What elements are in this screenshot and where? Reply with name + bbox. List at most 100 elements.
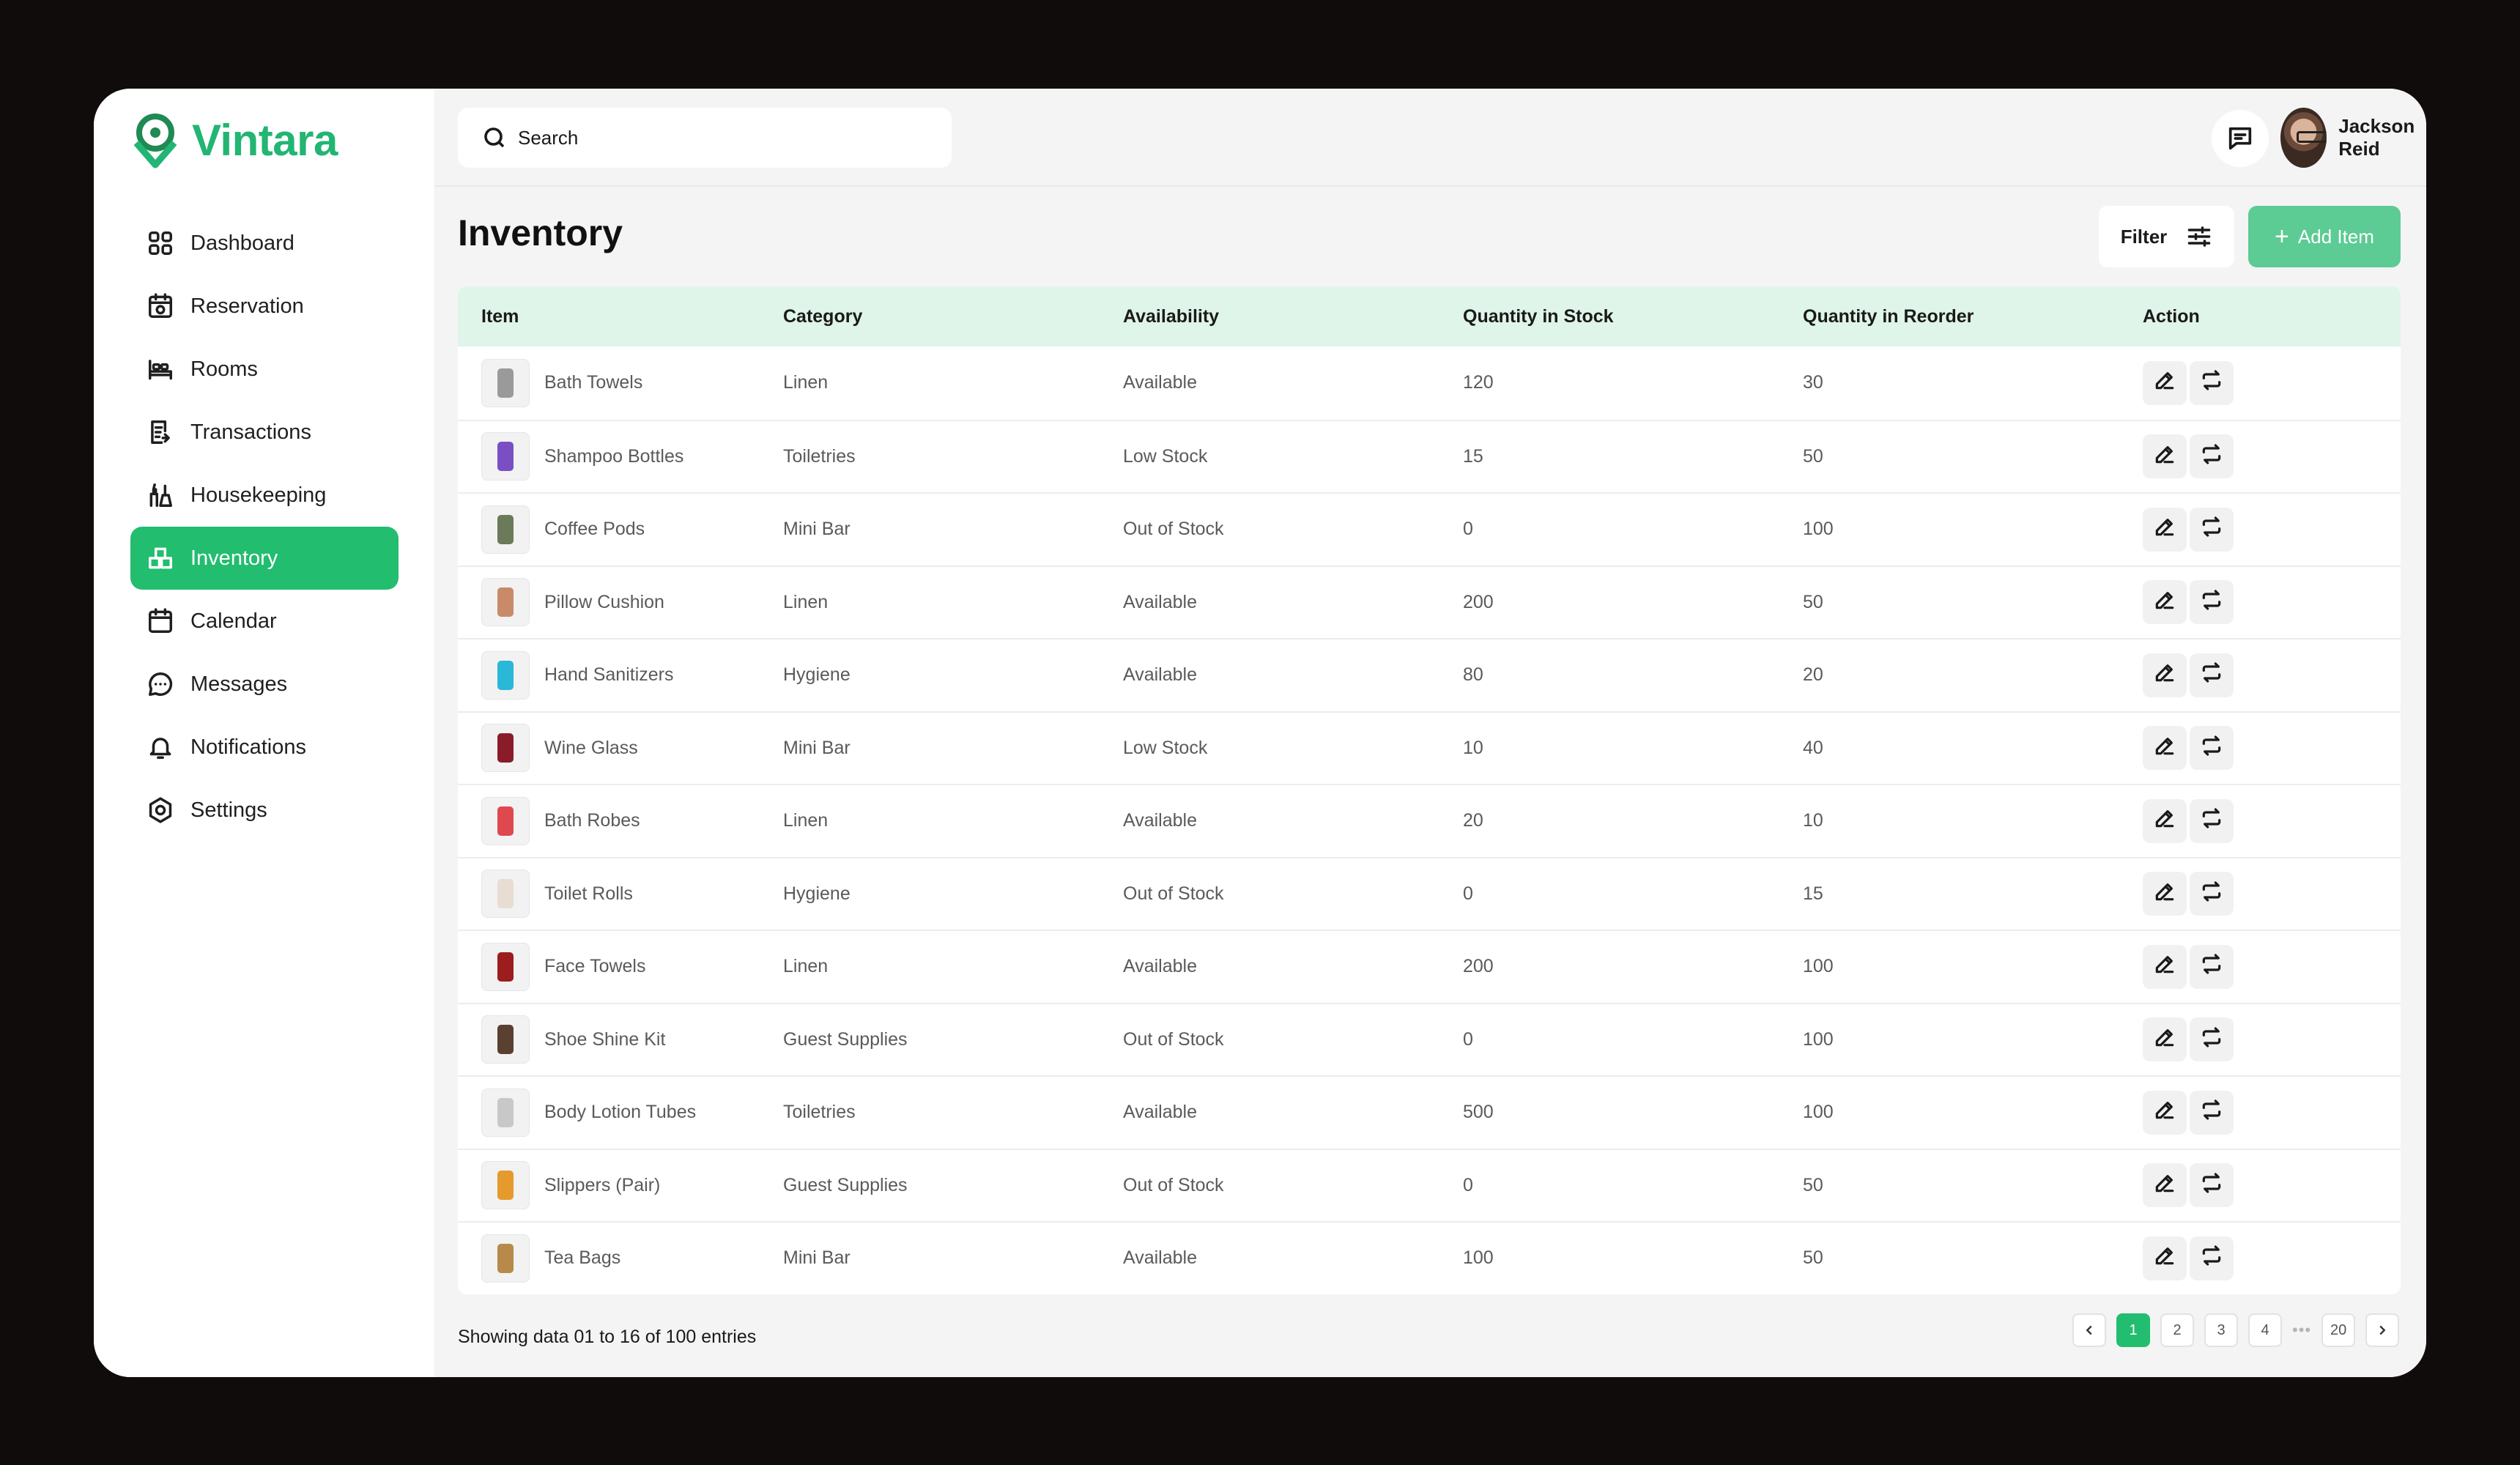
action-cell xyxy=(2143,580,2401,625)
sidebar-item-reservation[interactable]: Reservation xyxy=(130,275,399,338)
column-header-category[interactable]: Category xyxy=(783,306,1123,327)
item-cell: Slippers (Pair) xyxy=(458,1161,783,1210)
restock-button[interactable] xyxy=(2190,1163,2234,1208)
page-button-1[interactable]: 1 xyxy=(2116,1313,2150,1347)
table-row[interactable]: Pillow Cushion Linen Available 200 50 xyxy=(458,565,2401,639)
page-button-4[interactable]: 4 xyxy=(2248,1313,2282,1347)
sidebar-item-messages[interactable]: Messages xyxy=(130,653,399,716)
table-row[interactable]: Bath Robes Linen Available 20 10 xyxy=(458,784,2401,857)
edit-button[interactable] xyxy=(2143,1090,2187,1135)
repeat-icon xyxy=(2200,1026,2223,1054)
restock-button[interactable] xyxy=(2190,1090,2234,1135)
edit-button[interactable] xyxy=(2143,434,2187,479)
restock-button[interactable] xyxy=(2190,1236,2234,1280)
repeat-icon xyxy=(2200,806,2223,835)
edit-button[interactable] xyxy=(2143,1236,2187,1280)
category-cell: Hygiene xyxy=(783,664,850,686)
sidebar-item-housekeeping[interactable]: Housekeeping xyxy=(130,464,399,527)
user-menu[interactable]: Jackson Reid xyxy=(2280,108,2426,168)
repeat-icon xyxy=(2200,880,2223,908)
table-row[interactable]: Shampoo Bottles Toiletries Low Stock 15 50 xyxy=(458,419,2401,493)
plus-icon: + xyxy=(2275,223,2289,251)
column-header-reorder[interactable]: Quantity in Reorder xyxy=(1803,306,2143,327)
sidebar-item-dashboard[interactable]: Dashboard xyxy=(130,212,399,275)
item-cell: Bath Robes xyxy=(458,796,783,845)
sidebar-item-inventory[interactable]: Inventory xyxy=(130,527,399,590)
availability-cell: Out of Stock xyxy=(1123,1028,1224,1050)
search-box[interactable] xyxy=(458,108,952,168)
table-row[interactable]: Face Towels Linen Available 200 100 xyxy=(458,930,2401,1003)
edit-button[interactable] xyxy=(2143,944,2187,989)
column-header-item[interactable]: Item xyxy=(458,306,783,327)
table-row[interactable]: Slippers (Pair) Guest Supplies Out of Stoc… xyxy=(458,1148,2401,1222)
sidebar-item-rooms[interactable]: Rooms xyxy=(130,338,399,401)
availability-cell: Low Stock xyxy=(1123,737,1208,758)
edit-button[interactable] xyxy=(2143,507,2187,552)
edit-button[interactable] xyxy=(2143,653,2187,697)
sidebar-item-transactions[interactable]: Transactions xyxy=(130,401,399,464)
column-header-availability[interactable]: Availability xyxy=(1123,306,1463,327)
item-thumbnail-shape xyxy=(497,1025,514,1055)
restock-button[interactable] xyxy=(2190,872,2234,916)
table-row[interactable]: Shoe Shine Kit Guest Supplies Out of Stock… xyxy=(458,1002,2401,1076)
sidebar-item-label: Messages xyxy=(190,672,288,696)
table-row[interactable]: Coffee Pods Mini Bar Out of Stock 0 100 xyxy=(458,492,2401,565)
stock-cell: 15 xyxy=(1463,445,1483,467)
restock-button[interactable] xyxy=(2190,1017,2234,1062)
item-thumbnail xyxy=(481,578,530,627)
edit-button[interactable] xyxy=(2143,360,2187,405)
restock-button[interactable] xyxy=(2190,507,2234,552)
edit-button[interactable] xyxy=(2143,726,2187,771)
restock-button[interactable] xyxy=(2190,434,2234,479)
sidebar-item-calendar[interactable]: Calendar xyxy=(130,590,399,653)
filter-button[interactable]: Filter xyxy=(2099,206,2234,267)
table-row[interactable]: Wine Glass Mini Bar Low Stock 10 40 xyxy=(458,711,2401,785)
item-name: Bath Robes xyxy=(544,810,640,831)
restock-button[interactable] xyxy=(2190,360,2234,405)
item-thumbnail xyxy=(481,942,530,991)
item-thumbnail xyxy=(481,650,530,700)
add-item-button[interactable]: + Add Item xyxy=(2248,206,2401,267)
repeat-icon xyxy=(2200,734,2223,763)
table-row[interactable]: Tea Bags Mini Bar Available 100 50 xyxy=(458,1221,2401,1294)
table-row[interactable]: Body Lotion Tubes Toiletries Available 500 1… xyxy=(458,1075,2401,1149)
messages-button[interactable] xyxy=(2212,110,2269,167)
sidebar-item-notifications[interactable]: Notifications xyxy=(130,716,399,779)
edit-button[interactable] xyxy=(2143,580,2187,625)
sidebar-item-settings[interactable]: Settings xyxy=(130,779,399,842)
page-button-2[interactable]: 2 xyxy=(2160,1313,2194,1347)
reorder-cell: 40 xyxy=(1803,737,1823,758)
table-row[interactable]: Toilet Rolls Hygiene Out of Stock 0 15 xyxy=(458,856,2401,930)
item-cell: Wine Glass xyxy=(458,724,783,773)
logo[interactable]: Vintara xyxy=(129,111,338,169)
next-page-button[interactable] xyxy=(2365,1313,2400,1347)
category-cell: Guest Supplies xyxy=(783,1174,908,1195)
page-button-3[interactable]: 3 xyxy=(2204,1313,2238,1347)
availability-cell: Low Stock xyxy=(1123,445,1208,467)
restock-button[interactable] xyxy=(2190,653,2234,697)
item-thumbnail-shape xyxy=(497,952,514,982)
table-row[interactable]: Bath Towels Linen Available 120 30 xyxy=(458,346,2401,420)
pencil-icon xyxy=(2153,1244,2176,1272)
edit-button[interactable] xyxy=(2143,1163,2187,1208)
stock-cell: 0 xyxy=(1463,1028,1473,1050)
edit-button[interactable] xyxy=(2143,798,2187,843)
sidebar-item-label: Transactions xyxy=(190,420,311,444)
search-input[interactable] xyxy=(518,126,928,149)
page-button-last[interactable]: 20 xyxy=(2321,1313,2356,1347)
prev-page-button[interactable] xyxy=(2072,1313,2106,1347)
restock-button[interactable] xyxy=(2190,580,2234,625)
restock-button[interactable] xyxy=(2190,798,2234,843)
category-cell: Guest Supplies xyxy=(783,1028,908,1050)
repeat-icon xyxy=(2200,588,2223,617)
table-row[interactable]: Hand Sanitizers Hygiene Available 80 20 xyxy=(458,638,2401,711)
edit-button[interactable] xyxy=(2143,872,2187,916)
add-item-label: Add Item xyxy=(2297,225,2374,248)
stock-cell: 120 xyxy=(1463,372,1494,393)
restock-button[interactable] xyxy=(2190,944,2234,989)
restock-button[interactable] xyxy=(2190,726,2234,771)
edit-button[interactable] xyxy=(2143,1017,2187,1062)
column-header-stock[interactable]: Quantity in Stock xyxy=(1463,306,1803,327)
availability-cell: Out of Stock xyxy=(1123,519,1224,540)
pencil-icon xyxy=(2153,806,2176,835)
